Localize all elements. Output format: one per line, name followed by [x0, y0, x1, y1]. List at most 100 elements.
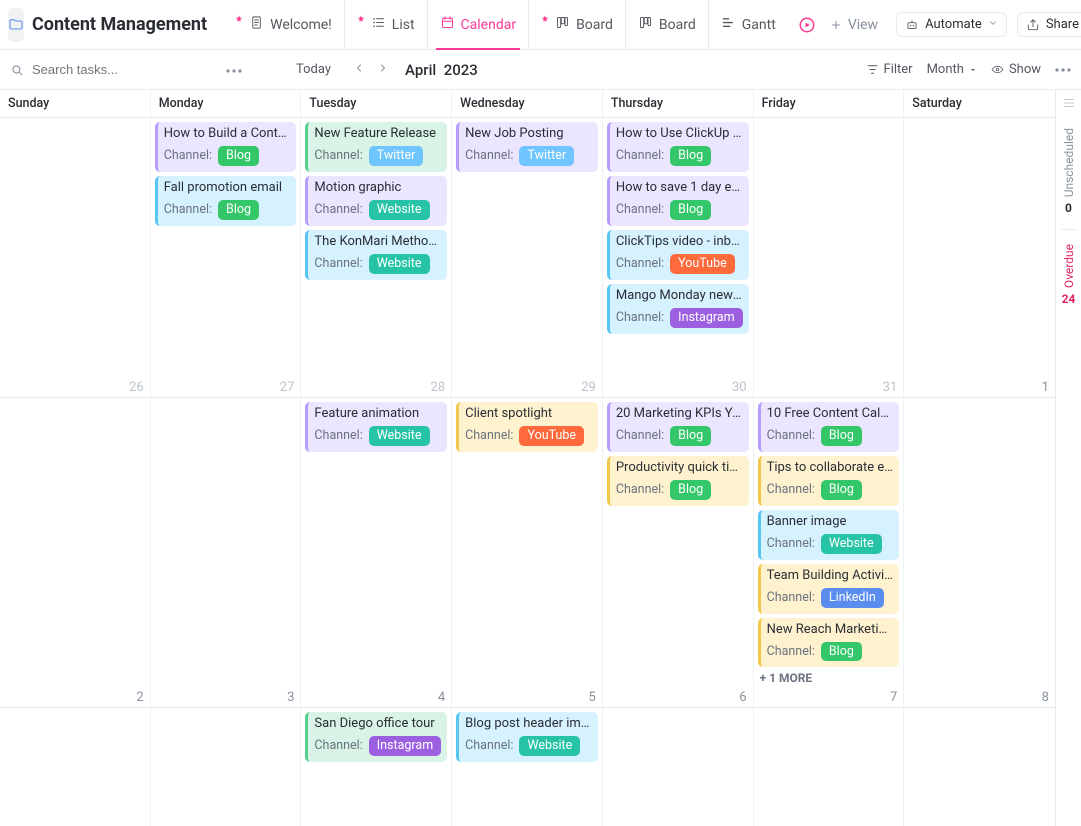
channel-label: Channel:	[616, 256, 664, 272]
day-number: 26	[129, 380, 144, 395]
tab-board[interactable]: Board	[625, 0, 708, 49]
calendar-day[interactable]: 31	[754, 118, 905, 397]
prev-month-button[interactable]	[349, 58, 369, 81]
more-events-link[interactable]: + 1 MORE	[758, 667, 900, 689]
channel-label: Channel:	[314, 428, 362, 444]
day-number: 31	[883, 380, 898, 395]
calendar-day[interactable]: 26	[0, 118, 151, 397]
dow-header: Monday	[151, 90, 302, 117]
calendar-day[interactable]: Feature animation Channel: Website4	[301, 398, 452, 707]
tab-list[interactable]: List	[344, 0, 427, 49]
channel-badge: Blog	[670, 146, 711, 166]
calendar-event[interactable]: How to save 1 day eve Channel: Blog	[607, 176, 749, 226]
calendar-day[interactable]: 13	[603, 708, 754, 826]
calendar-day[interactable]: 9	[0, 708, 151, 826]
tab-calendar[interactable]: Calendar	[427, 0, 529, 49]
calendar-event[interactable]: Productivity quick tips Channel: Blog	[607, 456, 749, 506]
channel-badge: Twitter	[519, 146, 574, 166]
calendar-day[interactable]: 10	[151, 708, 302, 826]
channel-badge: Blog	[670, 200, 711, 220]
calendar-event[interactable]: 10 Free Content Calend Channel: Blog	[758, 402, 900, 452]
show-button[interactable]: Show	[991, 62, 1041, 77]
calendar-event[interactable]: Team Building Activitie Channel: LinkedI…	[758, 564, 900, 614]
channel-badge: Twitter	[369, 146, 424, 166]
range-select[interactable]: Month	[927, 62, 977, 77]
calendar-event[interactable]: Banner image Channel: Website	[758, 510, 900, 560]
tab-gantt[interactable]: Gantt	[708, 0, 788, 49]
calendar-day[interactable]: 10 Free Content Calend Channel: BlogTips…	[754, 398, 905, 707]
event-title: San Diego office tour	[314, 716, 441, 732]
channel-label: Channel:	[314, 148, 362, 164]
calendar-day[interactable]: 15	[904, 708, 1055, 826]
channel-badge: Instagram	[670, 308, 742, 328]
channel-badge: Blog	[218, 146, 259, 166]
calendar-event[interactable]: Mango Monday new en Channel: Instagram	[607, 284, 749, 334]
event-title: ClickTips video - inbox	[616, 234, 743, 250]
doc-icon	[249, 15, 264, 34]
share-button[interactable]: Share	[1017, 12, 1081, 37]
calendar-day[interactable]: 2	[0, 398, 151, 707]
channel-badge: Blog	[821, 642, 862, 662]
calendar-day[interactable]: San Diego office tour Channel: Instagram…	[301, 708, 452, 826]
automate-label: Automate	[925, 17, 982, 32]
share-icon	[1026, 18, 1040, 32]
calendar-event[interactable]: New Feature Release Channel: Twitter	[305, 122, 447, 172]
calendar-day[interactable]: How to Build a Content Channel: BlogFall…	[151, 118, 302, 397]
search-input[interactable]	[30, 61, 180, 78]
dots-icon	[226, 69, 242, 73]
search-icon	[10, 63, 24, 77]
calendar-event[interactable]: Fall promotion email Channel: Blog	[155, 176, 297, 226]
calendar-event[interactable]: 20 Marketing KPIs You Channel: Blog	[607, 402, 749, 452]
search-more-button[interactable]	[220, 62, 248, 77]
calendar-day[interactable]: New Job Posting Channel: Twitter29	[452, 118, 603, 397]
range-label: Month	[927, 62, 964, 77]
gantt-icon	[721, 15, 736, 34]
calendar-day[interactable]: 8	[904, 398, 1055, 707]
chevron-left-icon	[353, 62, 365, 74]
tab-label: List	[392, 17, 415, 33]
calendar-event[interactable]: How to Build a Content Channel: Blog	[155, 122, 297, 172]
channel-badge: LinkedIn	[821, 588, 884, 608]
calendar-day[interactable]: Blog post header imag Channel: Website12	[452, 708, 603, 826]
calendar-event[interactable]: The KonMari Method fo Channel: Website	[305, 230, 447, 280]
record-button[interactable]	[798, 11, 816, 39]
today-button[interactable]: Today	[288, 60, 339, 79]
calendar-day[interactable]: New Feature Release Channel: TwitterMoti…	[301, 118, 452, 397]
channel-badge: Blog	[218, 200, 259, 220]
calendar-day[interactable]: 3	[151, 398, 302, 707]
month-label: April	[405, 61, 436, 79]
sidebar-toggle[interactable]	[1062, 96, 1076, 114]
calendar-event[interactable]: Client spotlight Channel: YouTube	[456, 402, 598, 452]
calendar-event[interactable]: New Reach Marketing: Channel: Blog	[758, 618, 900, 668]
channel-label: Channel:	[465, 428, 513, 444]
calendar-event[interactable]: Tips to collaborate effe Channel: Blog	[758, 456, 900, 506]
channel-badge: Website	[369, 200, 430, 220]
calendar-day[interactable]: 14	[754, 708, 905, 826]
add-view-button[interactable]: View	[820, 17, 888, 33]
calendar-day[interactable]: 20 Marketing KPIs You Channel: BlogProdu…	[603, 398, 754, 707]
calendar-event[interactable]: New Job Posting Channel: Twitter	[456, 122, 598, 172]
search-box[interactable]	[10, 61, 210, 78]
calendar-day[interactable]: 1	[904, 118, 1055, 397]
calendar-event[interactable]: Motion graphic Channel: Website	[305, 176, 447, 226]
filter-button[interactable]: Filter	[866, 62, 913, 77]
next-month-button[interactable]	[373, 58, 393, 81]
tab-welcome-[interactable]: Welcome!	[223, 0, 344, 49]
calendar-day[interactable]: Client spotlight Channel: YouTube5	[452, 398, 603, 707]
event-title: Blog post header imag	[465, 716, 592, 732]
calendar-event[interactable]: Feature animation Channel: Website	[305, 402, 447, 452]
calendar-event[interactable]: How to Use ClickUp to Channel: Blog	[607, 122, 749, 172]
tab-board[interactable]: Board	[528, 0, 625, 49]
calendar-event[interactable]: ClickTips video - inbox Channel: YouTube	[607, 230, 749, 280]
channel-badge: Website	[519, 736, 580, 756]
folder-icon-button[interactable]	[8, 8, 24, 42]
toolbar-more-button[interactable]	[1055, 68, 1071, 72]
automate-button[interactable]: Automate	[896, 12, 1007, 37]
day-number: 28	[431, 380, 446, 395]
channel-badge: YouTube	[519, 426, 584, 446]
sidebar-unscheduled[interactable]: Unscheduled 0	[1062, 128, 1076, 215]
calendar-event[interactable]: Blog post header imag Channel: Website	[456, 712, 598, 762]
sidebar-overdue[interactable]: Overdue 24	[1062, 244, 1076, 306]
calendar-event[interactable]: San Diego office tour Channel: Instagram	[305, 712, 447, 762]
calendar-day[interactable]: How to Use ClickUp to Channel: BlogHow t…	[603, 118, 754, 397]
